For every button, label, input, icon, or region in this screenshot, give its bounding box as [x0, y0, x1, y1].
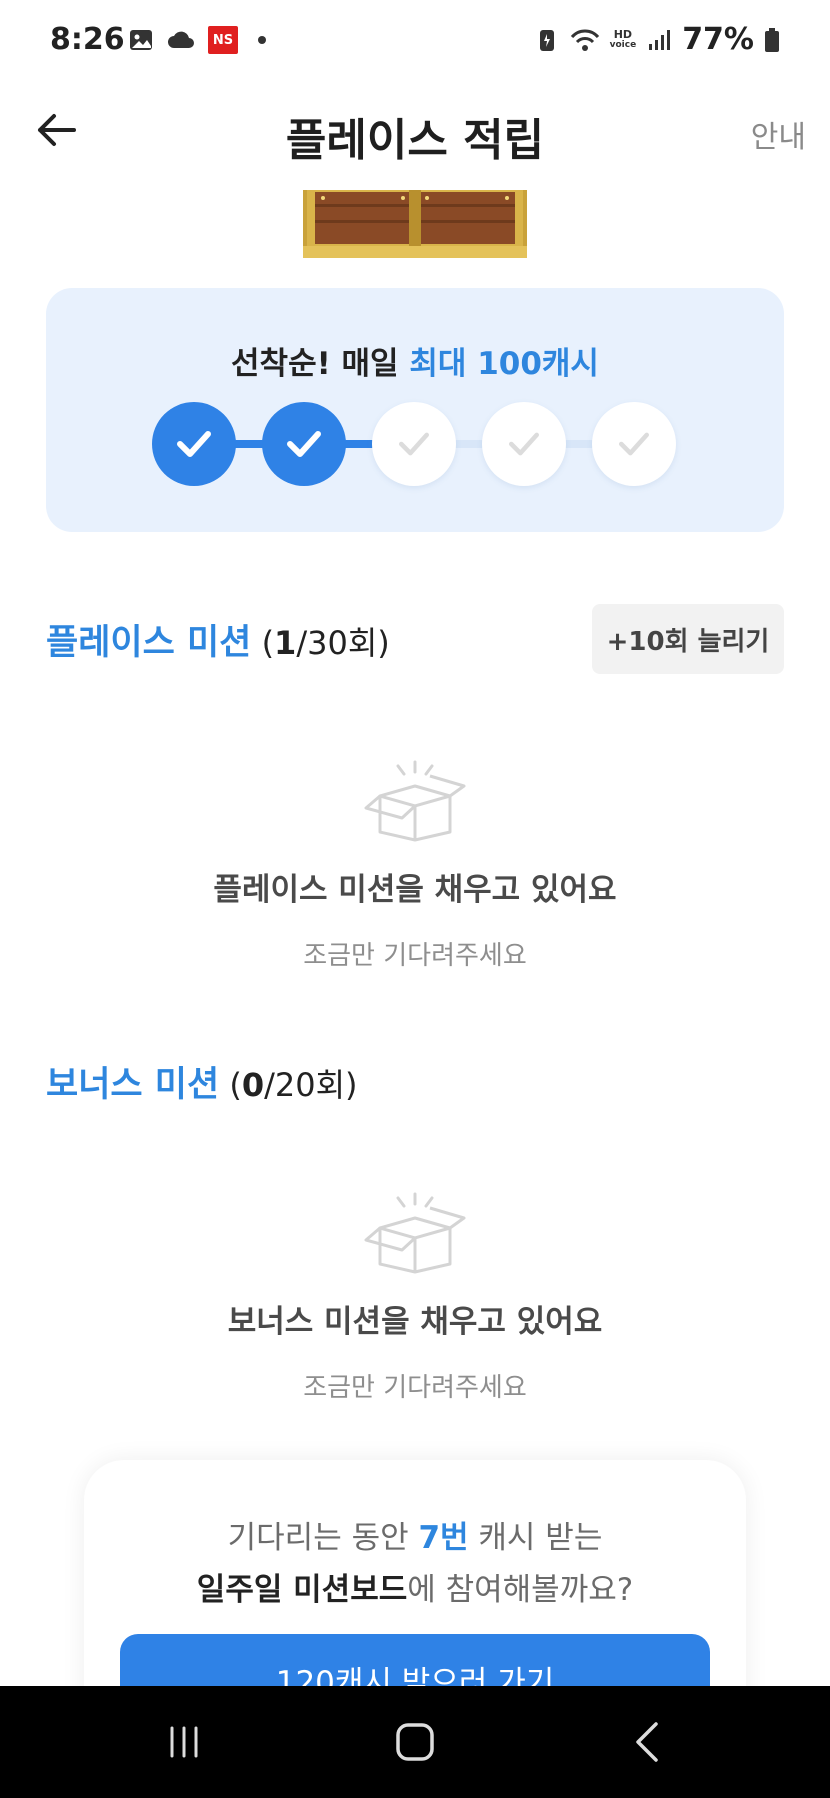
bonus-mission-empty-title: 보너스 미션을 채우고 있어요	[227, 1304, 603, 1340]
check-icon	[177, 431, 211, 457]
status-bar: 8:26 NS HD voice 77%	[0, 0, 830, 80]
hd-voice-indicator: HD voice	[610, 29, 637, 51]
page-title: 플레이스 적립	[285, 115, 545, 166]
guide-link[interactable]: 안내	[751, 112, 806, 156]
headline-accent: 최대 100캐시	[409, 346, 599, 382]
progress-headline: 선착순! 매일 최대 100캐시	[46, 338, 784, 383]
gallery-icon	[130, 30, 152, 50]
status-right-icons: HD voice 77%	[534, 22, 780, 57]
place-mission-empty-title: 플레이스 미션을 채우고 있어요	[213, 872, 617, 908]
promo-line1-accent: 7번	[418, 1520, 469, 1556]
voice-label: voice	[609, 39, 637, 50]
promo-line1-pre: 기다리는 동안	[227, 1520, 419, 1556]
step-4-pending	[482, 402, 566, 486]
count-open: (	[219, 1066, 242, 1104]
promo-line2-bold: 일주일 미션보드	[196, 1572, 408, 1608]
place-mission-title: 플레이스 미션 (1/30회)	[46, 614, 390, 665]
home-button[interactable]	[355, 1686, 475, 1798]
empty-box-icon	[364, 760, 466, 842]
place-mission-label: 플레이스 미션	[46, 623, 252, 663]
count-rest: /30회)	[296, 624, 390, 662]
header: 플레이스 적립 안내	[0, 80, 830, 180]
bonus-mission-empty-state: 보너스 미션을 채우고 있어요 조금만 기다려주세요	[0, 1192, 830, 1404]
bonus-mission-count: (0/20회)	[219, 1066, 357, 1104]
check-icon	[619, 432, 649, 456]
promo-line2-post: 에 참여해볼까요?	[407, 1572, 634, 1608]
wifi-icon	[570, 29, 599, 51]
headline-prefix: 선착순! 매일	[231, 346, 410, 382]
extend-missions-button[interactable]: +10회 늘리기	[592, 604, 784, 674]
place-mission-count: (1/30회)	[251, 624, 390, 662]
battery-icon	[765, 27, 779, 52]
bonus-mission-label: 보너스 미션	[46, 1065, 220, 1105]
bonus-mission-title: 보너스 미션 (0/20회)	[46, 1056, 358, 1107]
ns-notification-badge: NS	[208, 26, 238, 54]
step-5-pending	[592, 402, 676, 486]
place-mission-empty-sub: 조금만 기다려주세요	[303, 941, 527, 971]
treasure-chest-image	[303, 190, 527, 258]
count-done: 0	[241, 1066, 265, 1104]
check-icon	[509, 432, 539, 456]
count-done: 1	[274, 624, 297, 662]
promo-line-2: 일주일 미션보드에 참여해볼까요?	[84, 1564, 746, 1609]
battery-percent: 77%	[682, 22, 754, 57]
check-icon	[287, 431, 321, 457]
daily-progress-card: 선착순! 매일 최대 100캐시	[46, 288, 784, 532]
step-3-pending	[372, 402, 456, 486]
back-nav-button[interactable]	[588, 1686, 708, 1798]
empty-box-icon	[364, 1192, 466, 1274]
recent-apps-icon	[170, 1726, 198, 1758]
more-notifications-dot	[258, 36, 266, 44]
promo-line1-post: 캐시 받는	[468, 1520, 603, 1556]
system-nav-bar	[0, 1686, 830, 1798]
recent-apps-button[interactable]	[124, 1686, 244, 1798]
step-2-done	[262, 402, 346, 486]
hd-label: HD	[613, 27, 633, 41]
progress-steps	[152, 402, 678, 486]
promo-line-1: 기다리는 동안 7번 캐시 받는	[84, 1512, 746, 1557]
battery-saver-icon	[539, 29, 554, 51]
bonus-mission-empty-sub: 조금만 기다려주세요	[303, 1373, 527, 1403]
check-icon	[399, 432, 429, 456]
signal-icon	[649, 29, 671, 50]
status-time: 8:26	[50, 22, 125, 57]
home-icon	[396, 1723, 434, 1761]
step-1-done	[152, 402, 236, 486]
count-open: (	[251, 624, 275, 662]
cloud-icon	[168, 31, 194, 48]
status-left-icons: NS	[128, 26, 266, 54]
chevron-left-icon	[636, 1722, 658, 1762]
place-mission-empty-state: 플레이스 미션을 채우고 있어요 조금만 기다려주세요	[0, 760, 830, 972]
count-rest: /20회)	[264, 1066, 358, 1104]
